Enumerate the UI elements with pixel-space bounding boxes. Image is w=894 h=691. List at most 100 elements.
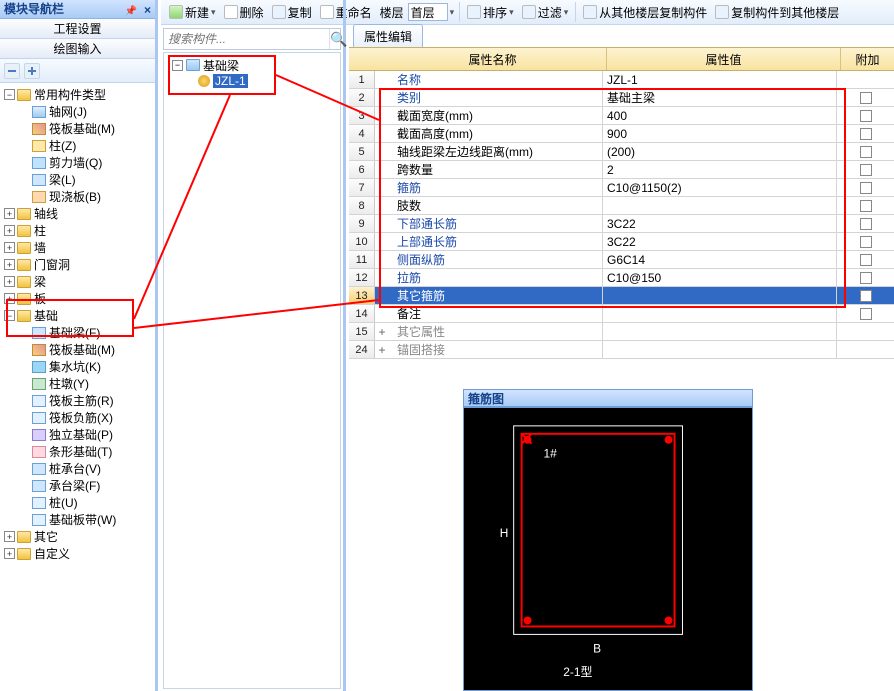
tree-group[interactable]: 其它 <box>34 528 58 545</box>
addon-checkbox[interactable] <box>860 236 872 248</box>
addon-checkbox[interactable] <box>860 290 872 302</box>
pin-icon[interactable]: 📌 <box>125 2 137 21</box>
tree-group[interactable]: 自定义 <box>34 545 70 562</box>
tree-item[interactable]: 梁(L) <box>49 171 76 188</box>
pier-icon <box>32 378 46 390</box>
property-row[interactable]: 3 截面宽度(mm) 400 <box>349 107 894 125</box>
copyfrom-icon <box>583 5 597 19</box>
search-box: 🔍 <box>163 28 341 50</box>
tree-group[interactable]: 板 <box>34 290 46 307</box>
nav-title: 模块导航栏 <box>4 2 64 16</box>
addon-checkbox[interactable] <box>860 164 872 176</box>
tree-group[interactable]: 梁 <box>34 273 46 290</box>
property-row[interactable]: 11 侧面纵筋 G6C14 <box>349 251 894 269</box>
floor-select[interactable] <box>408 3 448 21</box>
capbeam-icon <box>32 480 46 492</box>
diag-label-type: 2-1型 <box>563 665 592 679</box>
tree-item[interactable]: 独立基础(P) <box>49 426 113 443</box>
tree-item[interactable]: 筏板负筋(X) <box>49 409 113 426</box>
copy-from-floor-button[interactable]: 从其他楼层复制构件 <box>579 1 711 23</box>
property-row[interactable]: 5 轴线距梁左边线距离(mm) (200) <box>349 143 894 161</box>
property-row[interactable]: 9 下部通长筋 3C22 <box>349 215 894 233</box>
tree-item[interactable]: 基础板带(W) <box>49 511 116 528</box>
property-header: 属性名称 属性值 附加 <box>349 47 894 71</box>
nav-title-bar: 模块导航栏 📌 × <box>0 0 155 19</box>
tree-item[interactable]: 桩承台(V) <box>49 460 101 477</box>
folder-icon <box>17 531 31 543</box>
property-row[interactable]: 6 跨数量 2 <box>349 161 894 179</box>
collapse-icon[interactable] <box>4 63 20 79</box>
fbeam-icon <box>32 327 46 339</box>
tree-group[interactable]: 门窗洞 <box>34 256 70 273</box>
header-addon: 附加 <box>841 48 894 70</box>
addon-checkbox[interactable] <box>860 128 872 140</box>
property-row[interactable]: 12 拉筋 C10@150 <box>349 269 894 287</box>
tree-item[interactable]: 承台梁(F) <box>49 477 100 494</box>
property-row[interactable]: 14 备注 <box>349 305 894 323</box>
addon-checkbox[interactable] <box>860 308 872 320</box>
pile-icon <box>32 497 46 509</box>
tree-group[interactable]: 墙 <box>34 239 46 256</box>
addon-checkbox[interactable] <box>860 218 872 230</box>
search-icon[interactable]: 🔍 <box>329 29 347 49</box>
tree-group-foundation[interactable]: 基础 <box>34 307 58 324</box>
copy-to-floor-button[interactable]: 复制构件到其他楼层 <box>711 1 843 23</box>
beam-group-icon <box>186 59 200 71</box>
filter-button[interactable]: 过滤 <box>518 1 573 23</box>
tree-item[interactable]: 轴网(J) <box>49 103 87 120</box>
grid-icon <box>32 106 46 118</box>
header-value: 属性值 <box>607 48 841 70</box>
addon-checkbox[interactable] <box>860 254 872 266</box>
property-row-collapsed[interactable]: 24+ 锚固搭接 <box>349 341 894 359</box>
nav-mini-toolbar <box>0 59 155 83</box>
diagram-title: 箍筋图 <box>463 389 753 407</box>
tree-item[interactable]: 筏板基础(M) <box>49 120 115 137</box>
filter-icon <box>522 5 536 19</box>
addon-checkbox[interactable] <box>860 92 872 104</box>
tree-item[interactable]: 条形基础(T) <box>49 443 112 460</box>
tree-item[interactable]: 柱墩(Y) <box>49 375 89 392</box>
tree-item[interactable]: 柱(Z) <box>49 137 76 154</box>
folder-icon <box>17 293 31 305</box>
tree-group[interactable]: 柱 <box>34 222 46 239</box>
sort-button[interactable]: 排序 <box>463 1 518 23</box>
component-instance-tree[interactable]: −基础梁 JZL-1 <box>163 52 341 689</box>
tree-item[interactable]: 现浇板(B) <box>49 188 101 205</box>
property-row[interactable]: 1 名称 JZL-1 <box>349 71 894 89</box>
addon-checkbox[interactable] <box>860 146 872 158</box>
addon-checkbox[interactable] <box>860 182 872 194</box>
tree-item[interactable]: 筏板基础(M) <box>49 341 115 358</box>
tree-item-foundation-beam[interactable]: 基础梁(F) <box>49 324 100 341</box>
tree-item[interactable]: 筏板主筋(R) <box>49 392 114 409</box>
tree-item[interactable]: 剪力墙(Q) <box>49 154 102 171</box>
addon-checkbox[interactable] <box>860 110 872 122</box>
addon-checkbox[interactable] <box>860 200 872 212</box>
tree-root[interactable]: 常用构件类型 <box>34 86 106 103</box>
raft-icon <box>32 344 46 356</box>
nav-sub-drawing[interactable]: 绘图输入 <box>0 39 155 59</box>
close-icon[interactable]: × <box>144 1 151 20</box>
search-input[interactable] <box>164 29 329 49</box>
diag-label-h: H <box>500 526 509 540</box>
tree-group[interactable]: 轴线 <box>34 205 58 222</box>
folder-icon <box>17 259 31 271</box>
tree-item[interactable]: 集水坑(K) <box>49 358 101 375</box>
property-row[interactable]: 7 箍筋 C10@1150(2) <box>349 179 894 197</box>
property-row-collapsed[interactable]: 15+ 其它属性 <box>349 323 894 341</box>
nav-sub-project[interactable]: 工程设置 <box>0 19 155 39</box>
property-row[interactable]: 10 上部通长筋 3C22 <box>349 233 894 251</box>
tab-property-edit[interactable]: 属性编辑 <box>353 24 423 47</box>
folder-icon <box>17 225 31 237</box>
property-row[interactable]: 4 截面高度(mm) 900 <box>349 125 894 143</box>
ctree-parent[interactable]: 基础梁 <box>203 57 239 74</box>
property-row[interactable]: 8 肢数 <box>349 197 894 215</box>
tree-item[interactable]: 桩(U) <box>49 494 78 511</box>
component-type-tree[interactable]: −常用构件类型 轴网(J) 筏板基础(M) 柱(Z) 剪力墙(Q) 梁(L) 现… <box>0 83 155 689</box>
component-list-panel: 🔍 −基础梁 JZL-1 <box>161 0 346 691</box>
ctree-selected[interactable]: JZL-1 <box>213 74 248 88</box>
property-row[interactable]: 2 类别 基础主梁 <box>349 89 894 107</box>
addon-checkbox[interactable] <box>860 272 872 284</box>
expand-icon[interactable] <box>24 63 40 79</box>
property-row-selected[interactable]: 13 其它箍筋 <box>349 287 894 305</box>
folder-icon <box>17 89 31 101</box>
